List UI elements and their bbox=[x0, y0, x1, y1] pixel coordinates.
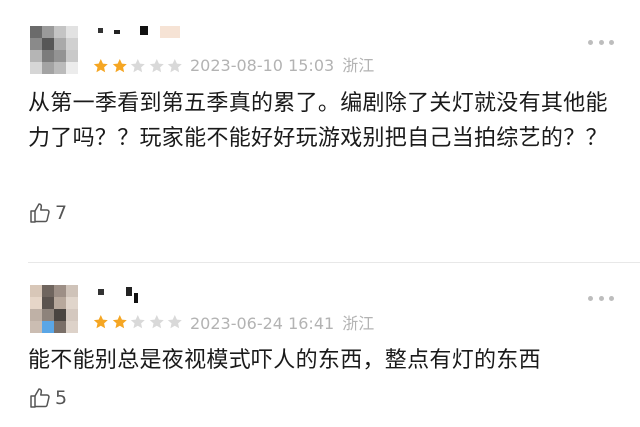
comment-meta: 2023-08-10 15:03 浙江 bbox=[190, 57, 374, 75]
like-button[interactable]: 7 bbox=[28, 200, 67, 226]
star-icon bbox=[93, 315, 108, 329]
star-rating bbox=[92, 57, 184, 75]
comment-item: 2023-06-24 16:41 浙江 能不能别总是夜视模式吓人的东西，整点有灯的… bbox=[0, 263, 640, 427]
comment-location: 浙江 bbox=[342, 56, 375, 75]
star-icon bbox=[168, 315, 183, 329]
avatar[interactable] bbox=[30, 26, 78, 74]
comment-location: 浙江 bbox=[342, 314, 375, 333]
comment-date: 2023-08-10 15:03 bbox=[190, 56, 335, 75]
comment-item: 2023-08-10 15:03 浙江 从第一季看到第五季真的累了。编剧除了关灯就… bbox=[0, 0, 640, 262]
comment-meta: 2023-06-24 16:41 浙江 bbox=[190, 315, 374, 333]
star-icon bbox=[112, 59, 127, 73]
more-dots-icon[interactable] bbox=[588, 296, 614, 302]
star-rating bbox=[92, 313, 184, 331]
star-icon bbox=[168, 59, 183, 73]
like-count: 5 bbox=[55, 387, 68, 409]
thumbs-up-icon bbox=[30, 203, 50, 223]
like-button[interactable]: 5 bbox=[28, 385, 67, 411]
thumbs-up-icon bbox=[30, 388, 50, 408]
username[interactable] bbox=[94, 22, 204, 40]
more-dots-icon[interactable] bbox=[588, 40, 614, 46]
star-icon bbox=[112, 315, 127, 329]
comment-text: 能不能别总是夜视模式吓人的东西，整点有灯的东西 bbox=[28, 348, 541, 373]
star-icon bbox=[149, 59, 164, 73]
comment-date: 2023-06-24 16:41 bbox=[190, 314, 335, 333]
star-icon bbox=[93, 59, 108, 73]
like-count: 7 bbox=[55, 202, 68, 224]
avatar[interactable] bbox=[30, 285, 78, 333]
comment-text: 从第一季看到第五季真的累了。编剧除了关灯就没有其他能力了吗？？玩家能不能好好玩游… bbox=[28, 91, 608, 151]
star-icon bbox=[131, 315, 145, 329]
username[interactable] bbox=[94, 283, 204, 303]
star-icon bbox=[131, 59, 145, 73]
star-icon bbox=[149, 315, 164, 329]
